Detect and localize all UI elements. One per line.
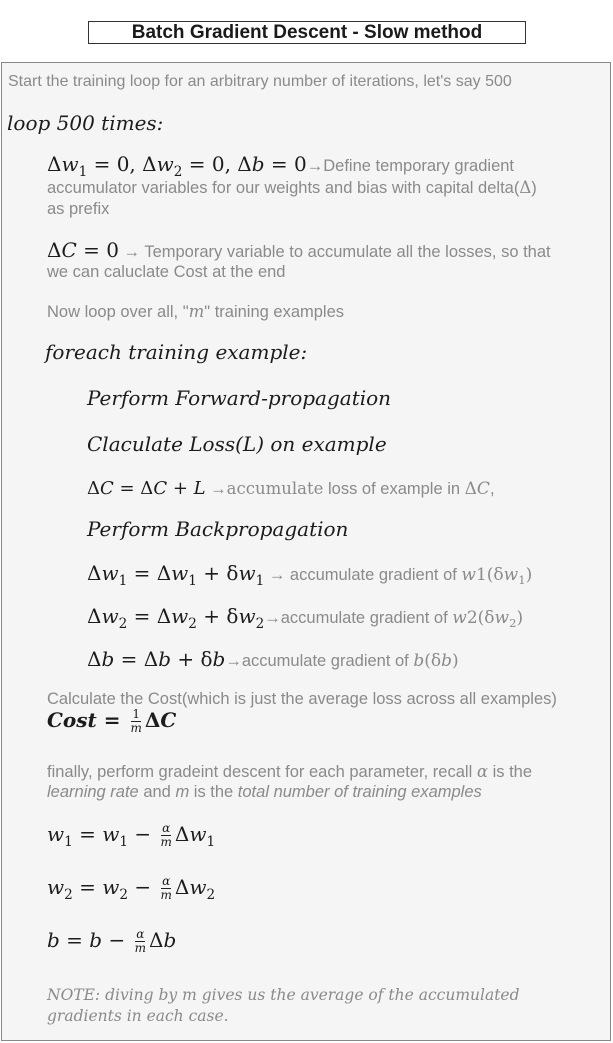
accum-w1-sym: w1(δw1) <box>461 565 533 588</box>
accum-w1-expr: Δw1 = Δw1 + δw1 <box>87 561 265 589</box>
accum-w2-sym: w2(δw2) <box>452 608 524 631</box>
finally-and: and <box>138 783 176 801</box>
cost-lhs: Cost <box>47 708 97 732</box>
finally-total-examples: total number of training examples <box>237 783 482 801</box>
init-cost-expr: ΔC = 0 <box>47 238 119 262</box>
accum-w2-desc: →accumulate gradient of <box>264 609 453 627</box>
accum-b-line: Δb = Δb + δb→accumulate gradient of b(δb… <box>87 647 459 671</box>
accumulate-loss-rest: loss of example in <box>323 480 465 498</box>
finally-alpha: α <box>476 762 488 781</box>
loop-examples-after: " training examples <box>204 303 345 321</box>
loop-examples-text: Now loop over all, "m" training examples <box>47 302 344 322</box>
finally-m: m <box>175 783 190 801</box>
foreach-header: foreach training example: <box>45 340 308 364</box>
cost-fraction: 1m <box>130 708 141 735</box>
loop-examples-before: Now loop over all, " <box>47 303 189 321</box>
intro-text: Start the training loop for an arbitrary… <box>8 73 512 90</box>
init-grads-desc-2-end: ) <box>531 179 537 197</box>
accumulate-loss-line: ΔC = ΔC + L →accumulate loss of example … <box>87 478 495 499</box>
loop-examples-m: m <box>188 302 205 321</box>
accumulate-loss-word: accumulate <box>226 479 324 498</box>
cost-formula: Cost = 1 m ΔC <box>47 707 177 735</box>
finally-line-2: learning rate and m is the total number … <box>47 783 482 802</box>
finally-line-1: finally, perform gradeint descent for ea… <box>47 762 532 782</box>
accum-w2-expr: Δw2 = Δw2 + δw2 <box>87 604 265 632</box>
loop-header: loop 500 times: <box>7 111 164 135</box>
cost-eq: = <box>96 708 128 732</box>
init-grads-line: Δw1 = 0, Δw2 = 0, Δb = 0→Define temporar… <box>47 152 515 180</box>
finally-is-the: is the <box>189 783 238 801</box>
update-w1: w1 = w1 − α m Δw1 <box>47 821 216 850</box>
cost-frac-den: m <box>130 721 142 735</box>
delta-symbol: Δ <box>519 178 532 197</box>
finally-line1-b: is the <box>487 763 533 781</box>
init-grads-desc-2: accumulator variables for our weights an… <box>47 179 520 197</box>
update-w2: w2 = w2 − α m Δw2 <box>47 874 216 903</box>
accumulate-loss-arrow: → <box>205 480 227 498</box>
note-line-1: NOTE: diving by m gives us the average o… <box>47 986 520 1004</box>
accum-w1-line: Δw1 = Δw1 + δw1 → accumulate gradient of… <box>87 561 533 589</box>
step-backprop: Perform Backpropagation <box>87 517 349 541</box>
accum-b-desc: →accumulate gradient of <box>225 652 414 670</box>
step-forward: Perform Forward-propagation <box>87 386 392 410</box>
init-cost-desc-1: → Temporary variable to accumulate all t… <box>118 243 551 261</box>
accum-b-sym: b(δb) <box>413 651 459 671</box>
calc-cost-text: Calculate the Cost(which is just the ave… <box>47 690 557 708</box>
init-grads-desc-3: as prefix <box>47 200 110 218</box>
init-cost-desc-2: we can caluclate Cost at the end <box>47 263 286 281</box>
note-line-2: gradients in each case. <box>47 1007 229 1025</box>
init-grads-desc-2-line: accumulator variables for our weights an… <box>47 178 537 198</box>
step-loss: Claculate Loss(L) on example <box>87 432 387 456</box>
finally-line1-a: finally, perform gradeint descent for ea… <box>47 763 477 781</box>
accumulate-loss-expr: ΔC = ΔC + L <box>87 478 206 499</box>
finally-learning-rate: learning rate <box>47 783 139 801</box>
title-box: Batch Gradient Descent - Slow method <box>88 21 526 44</box>
init-grads-expr: Δw1 = 0, Δw2 = 0, Δb = 0 <box>47 152 307 180</box>
init-cost-line: ΔC = 0 → Temporary variable to accumulat… <box>47 238 551 262</box>
cost-frac-num: 1 <box>131 707 141 722</box>
accum-w2-line: Δw2 = Δw2 + δw2→accumulate gradient of w… <box>87 604 524 632</box>
update-b: b = b − α m Δb <box>47 927 177 955</box>
accum-b-expr: Δb = Δb + δb <box>87 647 226 671</box>
diagram-title: Batch Gradient Descent - Slow method <box>131 22 483 43</box>
accum-w1-desc: → accumulate gradient of <box>264 566 462 584</box>
init-grads-desc-1: →Define temporary gradient <box>306 157 515 175</box>
accumulate-loss-end: , <box>489 480 495 498</box>
